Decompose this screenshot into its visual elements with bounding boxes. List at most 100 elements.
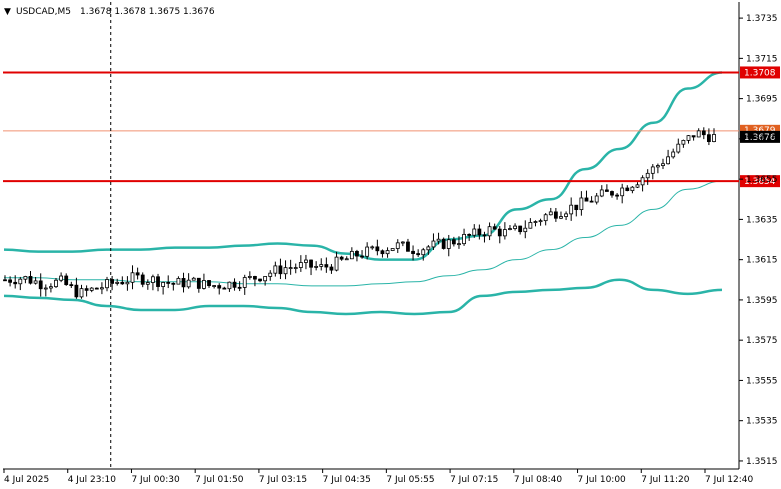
y-tick-label: 1.3655 xyxy=(746,175,778,185)
candle-body xyxy=(528,222,533,229)
x-tick-label: 7 Jul 08:40 xyxy=(514,475,563,485)
candle-body xyxy=(140,274,145,285)
candle-body xyxy=(242,277,247,288)
candle-body xyxy=(339,256,344,260)
x-tick-label: 7 Jul 04:35 xyxy=(323,475,371,485)
candle-body xyxy=(416,253,421,256)
candle-body xyxy=(360,255,364,258)
chart-header: ▼ USDCAD,M5 1.3678 1.3678 1.3675 1.3676 xyxy=(4,7,215,17)
candle-body xyxy=(79,288,84,298)
candle-body xyxy=(431,240,436,248)
candle-body xyxy=(406,241,410,252)
candle-body xyxy=(691,135,696,138)
candle-body xyxy=(120,281,125,285)
candle-body xyxy=(145,282,150,285)
candle-body xyxy=(365,246,370,257)
level-price-label: 1.3708 xyxy=(744,68,776,78)
candle-body xyxy=(681,139,686,145)
candle-body xyxy=(666,156,670,165)
candle-body xyxy=(13,281,18,285)
candle-body xyxy=(380,250,385,255)
candle-body xyxy=(18,278,23,285)
collapse-arrow-icon[interactable]: ▼ xyxy=(4,7,11,17)
candle-body xyxy=(314,265,319,268)
candle-body xyxy=(278,265,283,275)
candle-body xyxy=(212,285,217,287)
candle-body xyxy=(706,134,711,143)
candle-body xyxy=(548,211,553,216)
x-tick-label: 7 Jul 10:00 xyxy=(578,475,627,485)
candle-body xyxy=(125,281,130,285)
candle-body xyxy=(151,276,155,283)
candle-body xyxy=(477,228,482,236)
candle-body xyxy=(620,187,625,197)
candle-body xyxy=(273,265,278,274)
candle-body xyxy=(584,197,589,202)
candle-body xyxy=(543,214,548,222)
y-tick-label: 1.3535 xyxy=(746,417,778,427)
candle-body xyxy=(676,143,681,153)
x-tick-label: 7 Jul 07:15 xyxy=(450,475,498,485)
candle-body xyxy=(701,130,706,136)
x-tick-label: 4 Jul 23:10 xyxy=(68,475,117,485)
candle-body xyxy=(661,163,665,166)
candle-body xyxy=(334,256,339,271)
candle-body xyxy=(421,249,426,256)
candle-body xyxy=(181,278,186,288)
y-tick-label: 1.3575 xyxy=(746,336,778,346)
candle-body xyxy=(579,197,584,211)
candle-body xyxy=(436,238,441,242)
candle-body xyxy=(355,250,359,257)
candle-body xyxy=(49,286,53,289)
candle-body xyxy=(38,280,43,290)
candle-body xyxy=(115,281,120,284)
candle-body xyxy=(482,234,487,237)
candle-body xyxy=(671,151,676,158)
candle-body xyxy=(84,288,89,291)
candle-body xyxy=(69,284,74,287)
candle-body xyxy=(655,165,660,168)
x-tick-label: 7 Jul 11:20 xyxy=(641,475,690,485)
x-tick-label: 7 Jul 12:40 xyxy=(705,475,754,485)
candle-body xyxy=(523,227,528,233)
candle-body xyxy=(508,228,512,230)
candle-body xyxy=(324,264,329,268)
candle-body xyxy=(446,239,451,249)
candle-body xyxy=(457,243,461,246)
candle-body xyxy=(74,284,79,298)
candle-body xyxy=(237,286,242,289)
candle-body xyxy=(283,267,288,275)
candle-body xyxy=(8,279,13,283)
candle-body xyxy=(645,172,650,179)
candle-body xyxy=(559,216,563,219)
candle-body xyxy=(268,272,273,277)
candle-body xyxy=(298,262,303,268)
candle-body xyxy=(156,276,160,287)
candle-body xyxy=(288,267,293,269)
candle-body xyxy=(696,130,701,138)
ohlc-values: 1.3678 1.3678 1.3675 1.3676 xyxy=(80,7,215,17)
candle-body xyxy=(344,258,349,261)
y-tick-label: 1.3615 xyxy=(746,256,778,266)
candle-body xyxy=(89,287,94,291)
candle-body xyxy=(258,278,262,282)
candle-body xyxy=(207,280,211,287)
y-tick-label: 1.3735 xyxy=(746,14,778,24)
candle-body xyxy=(105,279,109,289)
candle-body xyxy=(304,259,308,263)
candle-body xyxy=(513,225,517,229)
chart-window[interactable]: 1.3708 1.3654 1.3679 1.3676 1.3735 1.3715 1.3… xyxy=(0,0,781,489)
candle-body xyxy=(3,279,7,282)
candle-body xyxy=(232,281,237,288)
candle-body xyxy=(202,280,206,289)
y-tick-label: 1.3555 xyxy=(746,376,778,386)
candle-body xyxy=(370,246,375,249)
candle-body xyxy=(375,246,380,252)
candle-body xyxy=(329,266,334,271)
candle-body xyxy=(319,264,324,267)
candle-body xyxy=(564,213,568,217)
candle-body xyxy=(686,135,691,141)
y-tick-label: 1.3515 xyxy=(746,457,778,467)
price-chart[interactable]: 1.37081.36541.36791.3676 1.37351.37151.3… xyxy=(0,0,781,489)
candle-body xyxy=(533,221,538,223)
